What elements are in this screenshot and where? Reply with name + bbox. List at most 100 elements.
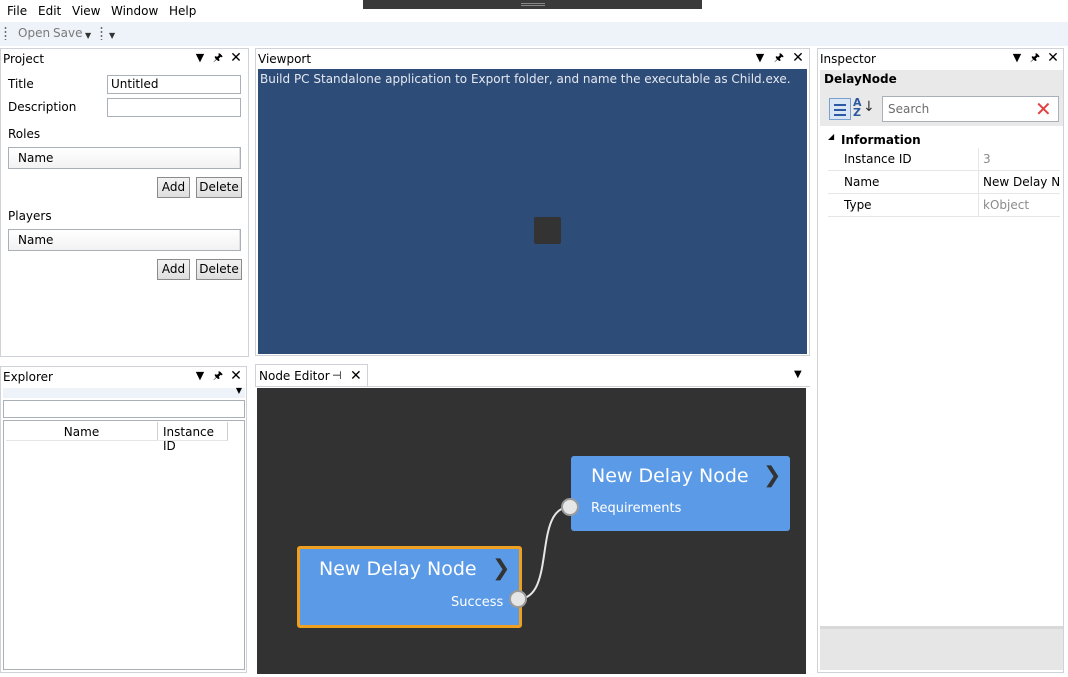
pin-icon[interactable]: 🖈 [211, 369, 225, 383]
toolbar-grip-icon[interactable] [100, 26, 103, 40]
roles-list[interactable]: Name [8, 147, 241, 169]
roles-label: Roles [8, 127, 41, 141]
players-list[interactable]: Name [8, 229, 241, 251]
close-icon[interactable]: ✕ [350, 368, 362, 384]
property-value: 3 [983, 152, 991, 166]
node-title: New Delay Node [591, 465, 749, 487]
pin-icon[interactable]: 🖈 [1028, 51, 1042, 65]
pin-icon[interactable]: 🖈 [772, 51, 786, 65]
property-value-input[interactable]: New Delay Node [983, 175, 1059, 189]
chevron-right-icon[interactable]: ❯ [492, 556, 510, 581]
close-icon[interactable]: ✕ [229, 369, 243, 383]
viewport-message: Build PC Standalone application to Expor… [260, 72, 791, 86]
node-title: New Delay Node [319, 558, 477, 580]
players-label: Players [8, 209, 52, 223]
property-name: Name [844, 175, 880, 189]
project-panel-header: Project ▼ 🖈 ✕ [1, 49, 248, 69]
output-port[interactable] [509, 590, 527, 608]
menu-help[interactable]: Help [169, 4, 196, 18]
property-value: kObject [983, 198, 1030, 212]
window-drag-handle[interactable] [363, 0, 702, 9]
node-editor-canvas[interactable]: New Delay Node ❯ Requirements New Delay … [257, 388, 806, 674]
delete-role-button[interactable]: Delete [196, 177, 242, 198]
categorized-view-icon[interactable] [829, 98, 851, 120]
property-row[interactable]: Name New Delay Node [828, 171, 1060, 194]
explorer-panel-header: Explorer ▼ 🖈 ✕ [1, 367, 246, 387]
tab-node-editor[interactable]: Node Editor ⊣ ✕ [255, 364, 368, 386]
property-row[interactable]: Type kObject [828, 194, 1060, 217]
search-placeholder: Search [888, 102, 930, 116]
explorer-filter-input[interactable] [3, 400, 245, 418]
instance-id-column-header[interactable]: Instance ID [159, 422, 228, 453]
dropdown-icon[interactable]: ▼ [753, 51, 767, 65]
pin-icon[interactable]: 🖈 [211, 51, 225, 65]
viewport-panel: Viewport ▼ 🖈 ✕ Build PC Standalone appli… [255, 48, 810, 356]
description-area [820, 626, 1063, 670]
close-icon[interactable]: ✕ [791, 51, 805, 65]
dropdown-icon[interactable]: ▼ [193, 369, 207, 383]
description-field[interactable] [107, 98, 241, 117]
dropdown-icon[interactable]: ▼ [1010, 51, 1024, 65]
delay-node-selected[interactable]: New Delay Node ❯ Success [297, 546, 522, 628]
connection-wire [517, 506, 571, 600]
tab-list-icon[interactable]: ▼ [794, 369, 802, 380]
delay-node[interactable]: New Delay Node ❯ Requirements [571, 456, 790, 531]
title-label: Title [8, 77, 34, 91]
players-name-column[interactable]: Name [9, 230, 240, 250]
node-editor-panel: Node Editor ⊣ ✕ ▼ New Delay Node ❯ Requi… [255, 364, 810, 677]
panel-title: Inspector [820, 52, 876, 66]
panel-title: Explorer [3, 370, 53, 384]
menu-window[interactable]: Window [111, 4, 158, 18]
menu-view[interactable]: View [72, 4, 100, 18]
add-role-button[interactable]: Add [157, 177, 190, 198]
chevron-right-icon[interactable]: ❯ [763, 463, 781, 488]
alphabetical-sort-icon[interactable]: AZ [853, 97, 862, 118]
scene-object[interactable] [534, 217, 561, 244]
menu-bar: File Edit View Window Help [0, 0, 1068, 22]
panel-title: Project [3, 52, 45, 66]
inspector-panel-header: Inspector ▼ 🖈 ✕ [818, 49, 1063, 69]
inspector-panel: Inspector ▼ 🖈 ✕ DelayNode AZ ↓ Search ✕ … [817, 48, 1064, 673]
explorer-toolbar: ▼ [3, 386, 245, 398]
explorer-list[interactable]: Name Instance ID [3, 420, 245, 670]
search-input[interactable]: Search ✕ [882, 96, 1059, 122]
title-field[interactable]: Untitled [107, 75, 241, 94]
menu-file[interactable]: File [7, 4, 27, 18]
menu-edit[interactable]: Edit [38, 4, 61, 18]
clear-search-icon[interactable]: ✕ [1035, 97, 1052, 121]
collapse-triangle-icon[interactable]: ◢ [828, 132, 834, 141]
property-name: Instance ID [844, 152, 912, 166]
roles-name-column[interactable]: Name [9, 148, 240, 168]
inspector-object-title: DelayNode [824, 72, 897, 86]
input-port[interactable] [561, 498, 579, 516]
property-name: Type [844, 198, 872, 212]
application-window: File Edit View Window Help Open Save ▼ ▼… [0, 0, 1068, 677]
toolbar: Open Save ▼ ▼ [0, 22, 1068, 46]
delete-player-button[interactable]: Delete [196, 259, 242, 280]
category-information[interactable]: ◢ Information [820, 130, 1063, 148]
explorer-panel: Explorer ▼ 🖈 ✕ ▼ Name Instance ID [0, 366, 247, 673]
project-panel: Project ▼ 🖈 ✕ Title Untitled Description… [0, 48, 249, 357]
panel-title: Viewport [258, 52, 312, 66]
save-button[interactable]: Save [53, 26, 82, 40]
add-player-button[interactable]: Add [157, 259, 190, 280]
toolbar-overflow-icon[interactable]: ▼ [109, 32, 115, 40]
close-icon[interactable]: ✕ [229, 51, 243, 65]
pin-icon[interactable]: ⊣ [332, 369, 342, 382]
tab-label: Node Editor [259, 369, 330, 383]
toolbar-overflow-icon[interactable]: ▼ [85, 32, 91, 40]
toolbar-grip-icon[interactable] [4, 26, 7, 40]
name-column-header[interactable]: Name [6, 422, 158, 441]
description-label: Description [8, 100, 77, 114]
toolbar-overflow-icon[interactable]: ▼ [236, 386, 242, 395]
viewport-canvas[interactable]: Build PC Standalone application to Expor… [258, 69, 807, 354]
node-port-label: Success [451, 595, 504, 610]
dropdown-icon[interactable]: ▼ [193, 51, 207, 65]
close-icon[interactable]: ✕ [1046, 51, 1060, 65]
sort-arrow-icon: ↓ [863, 99, 875, 115]
viewport-panel-header: Viewport ▼ 🖈 ✕ [256, 49, 809, 69]
category-label: Information [841, 133, 921, 147]
node-port-label: Requirements [591, 501, 682, 516]
open-button[interactable]: Open [18, 26, 50, 40]
property-row[interactable]: Instance ID 3 [828, 148, 1060, 171]
